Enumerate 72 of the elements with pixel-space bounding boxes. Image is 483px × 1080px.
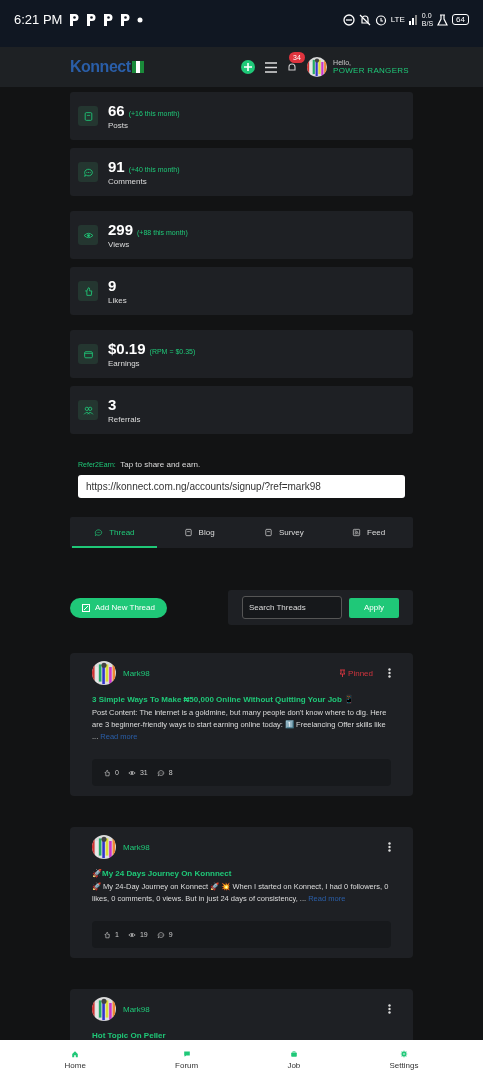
post-title[interactable]: 🚀My 24 Days Journey On Konnnect [92,869,391,878]
more-options-icon[interactable] [388,1004,391,1014]
stat-label: Posts [108,121,129,130]
pin-icon [339,669,347,677]
wallet-icon [82,348,94,360]
clock-time: 6:21 PM [14,12,63,27]
nav-item[interactable]: Home [64,1050,86,1070]
battery-icon: 64 [452,14,469,25]
chat-bubble-icon [82,166,94,178]
stat-label: Referrals [108,415,141,424]
nav-item[interactable]: Job [287,1050,301,1070]
stat-value: 9 [108,277,117,294]
eye-icon [127,768,136,777]
document-icon [263,528,273,537]
stat-label: Views [108,240,131,249]
pinned-label: Pinned [339,668,373,678]
stat-value: $0.19 [108,340,146,357]
stat-label: Likes [108,296,127,305]
nav-item[interactable]: Forum [175,1050,199,1070]
message-icon [182,1050,191,1058]
tab[interactable]: Feed [326,517,411,548]
alarm-icon [374,13,387,26]
search-field[interactable]: Search Threads [242,596,342,619]
post-title[interactable]: Hot Topic On Peller [92,1031,391,1040]
network-type: LTE [390,15,405,24]
do-not-disturb-icon [342,13,355,26]
edit-icon [82,603,90,612]
more-options-icon[interactable] [388,668,391,678]
notification-icon [69,13,80,26]
home-icon [71,1050,80,1058]
stat-label: Earnings [108,359,141,368]
share-hint: Tap to share and earn. [120,460,201,469]
thumbs-up-icon [82,285,94,297]
bell-icon[interactable] [287,62,298,72]
flask-icon [437,13,449,26]
notification-icon [120,13,131,26]
settings-icon [399,1050,408,1058]
tab[interactable]: Thread [72,517,157,548]
user-name[interactable]: POWER RANGERS [333,66,409,75]
briefcase-icon [289,1050,298,1058]
rss-feed-icon [352,528,361,537]
tab[interactable]: Blog [156,517,242,548]
more-options-icon[interactable] [388,842,391,852]
add-icon[interactable] [241,60,256,74]
author-name[interactable]: Mark98 [123,1004,381,1014]
stat-value: 299 [108,221,134,238]
chat-bubble-icon [156,930,165,939]
chat-bubble-icon [94,528,104,537]
document-icon [183,528,193,537]
stat-label: Comments [108,177,148,186]
dot-icon [137,16,144,23]
thumbs-up-icon [103,768,111,777]
thumbs-up-icon [103,930,111,939]
nav-item[interactable]: Settings [389,1050,419,1070]
eye-icon [127,930,136,939]
flag-icon [131,61,144,73]
notification-icon [86,13,97,26]
referral-link-field[interactable]: https://konnect.com.ng/accounts/signup/?ref=mark98 [78,475,405,498]
author-name[interactable]: Mark98 [123,668,333,678]
author-name[interactable]: Mark98 [123,842,381,852]
stat-value: 3 [108,396,117,413]
tab[interactable]: Survey [241,517,327,548]
signal-icon [408,14,418,25]
stat-value: 66 [108,102,125,119]
notification-icon [103,13,114,26]
stat-value: 91 [108,158,125,175]
muted-bell-icon [358,13,371,26]
menu-icon[interactable] [265,61,278,73]
document-icon [82,110,94,122]
users-icon [82,404,94,416]
chat-bubble-icon [156,768,165,777]
post-title[interactable]: 3 Simple Ways To Make ₦50,000 Online Without Quitting Your Job 📱 [92,695,391,704]
